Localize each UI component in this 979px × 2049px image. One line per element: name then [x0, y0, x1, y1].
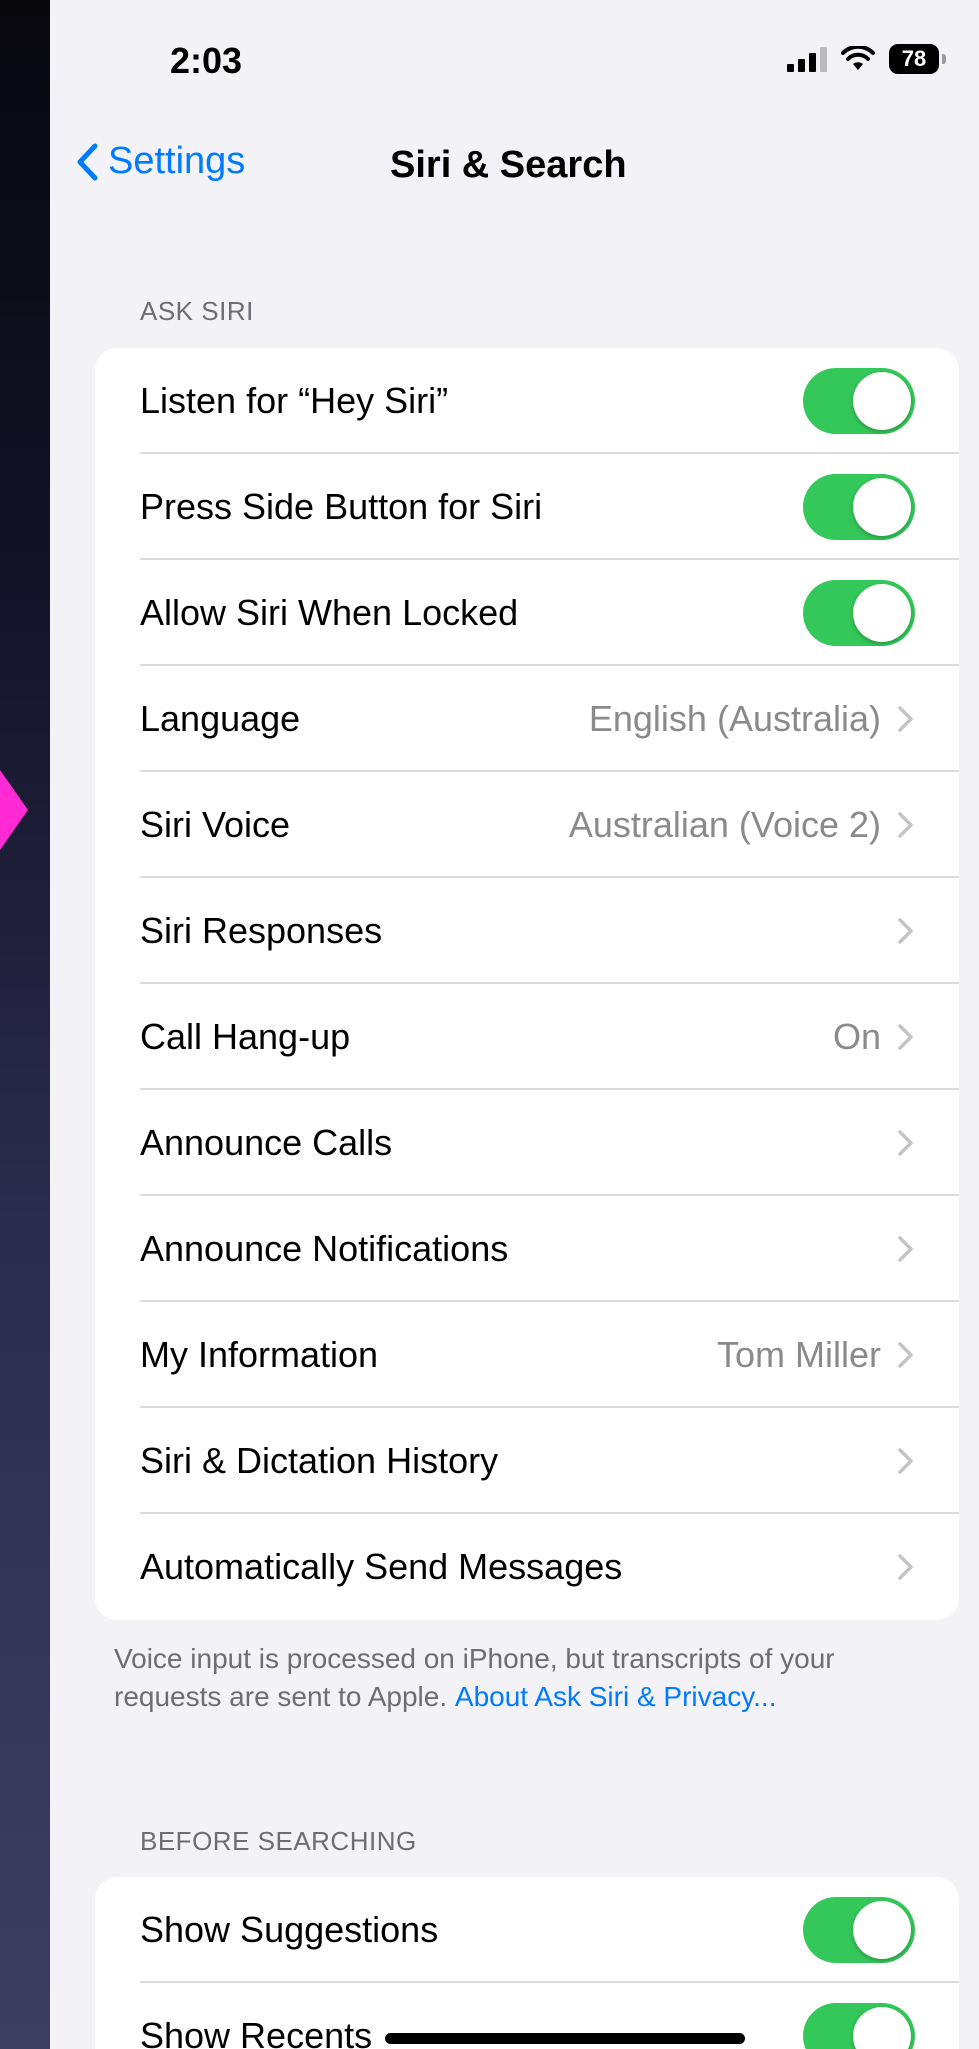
back-button-label: Settings	[108, 140, 246, 182]
show-suggestions-toggle[interactable]	[803, 1897, 915, 1963]
row-label: My Information	[140, 1334, 379, 1375]
row-label: Announce Notifications	[140, 1228, 509, 1269]
chevron-right-icon	[898, 918, 913, 944]
status-time: 2:03	[170, 40, 243, 81]
row-value: Tom Miller	[716, 1334, 881, 1375]
ask-siri-footer-note: Voice input is processed on iPhone, but …	[114, 1640, 914, 1716]
cellular-signal-icon	[787, 46, 827, 72]
chevron-right-icon	[898, 1236, 913, 1262]
row-value: English (Australia)	[588, 698, 881, 739]
row-label: Show Recents	[140, 2015, 373, 2049]
about-ask-siri-privacy-link[interactable]: About Ask Siri & Privacy...	[455, 1681, 777, 1712]
chevron-right-icon	[898, 706, 913, 732]
navigation-bar: Settings Siri & Search	[50, 130, 979, 200]
page-title: Siri & Search	[390, 144, 627, 186]
before-searching-group: Show Suggestions Show Recents	[95, 1877, 959, 2049]
show-recents-toggle[interactable]	[803, 2003, 915, 2049]
row-my-information[interactable]: My Information Tom Miller	[95, 1302, 959, 1408]
ask-siri-group: Listen for “Hey Siri” Press Side Button …	[95, 348, 959, 1620]
row-value: On	[832, 1016, 881, 1057]
row-siri-responses[interactable]: Siri Responses	[95, 878, 959, 984]
battery-icon: 78	[889, 44, 946, 74]
status-bar: 2:03 78	[50, 0, 979, 130]
row-dictation-history[interactable]: Siri & Dictation History	[95, 1408, 959, 1514]
chevron-right-icon	[898, 1130, 913, 1156]
chevron-right-icon	[898, 1024, 913, 1050]
chevron-right-icon	[898, 1554, 913, 1580]
row-allow-when-locked[interactable]: Allow Siri When Locked	[95, 560, 959, 666]
status-icons: 78	[787, 44, 946, 74]
row-auto-send-messages[interactable]: Automatically Send Messages	[95, 1514, 959, 1620]
row-label: Call Hang-up	[140, 1016, 351, 1057]
row-label: Show Suggestions	[140, 1909, 439, 1950]
row-label: Listen for “Hey Siri”	[140, 380, 449, 421]
background-margin	[0, 0, 50, 2049]
section-header-ask-siri: ASK SIRI	[140, 296, 254, 326]
chevron-right-icon	[898, 1342, 913, 1368]
chevron-right-icon	[898, 812, 913, 838]
row-language[interactable]: Language English (Australia)	[95, 666, 959, 772]
chevron-right-icon	[898, 1448, 913, 1474]
row-label: Allow Siri When Locked	[140, 592, 519, 633]
annotation-arrow-icon	[0, 770, 28, 850]
section-header-before-searching: BEFORE SEARCHING	[140, 1826, 417, 1856]
back-button[interactable]: Settings	[76, 140, 245, 183]
side-button-toggle[interactable]	[803, 474, 915, 540]
row-label: Announce Calls	[140, 1122, 393, 1163]
row-label: Language	[140, 698, 301, 739]
row-announce-notifications[interactable]: Announce Notifications	[95, 1196, 959, 1302]
home-indicator[interactable]	[385, 2033, 745, 2044]
row-label: Siri & Dictation History	[140, 1440, 499, 1481]
row-label: Siri Voice	[140, 804, 291, 845]
row-call-hang-up[interactable]: Call Hang-up On	[95, 984, 959, 1090]
chevron-left-icon	[77, 143, 98, 180]
row-label: Automatically Send Messages	[140, 1546, 623, 1587]
row-siri-voice[interactable]: Siri Voice Australian (Voice 2)	[95, 772, 959, 878]
row-show-suggestions[interactable]: Show Suggestions	[95, 1877, 959, 1983]
wifi-icon	[841, 46, 875, 72]
row-announce-calls[interactable]: Announce Calls	[95, 1090, 959, 1196]
row-listen-hey-siri[interactable]: Listen for “Hey Siri”	[95, 348, 959, 454]
row-value: Australian (Voice 2)	[568, 804, 881, 845]
allow-when-locked-toggle[interactable]	[803, 580, 915, 646]
hey-siri-toggle[interactable]	[803, 368, 915, 434]
row-label: Press Side Button for Siri	[140, 486, 543, 527]
row-side-button[interactable]: Press Side Button for Siri	[95, 454, 959, 560]
phone-screen: 2:03 78 Settings Siri & Search ASK SIRI	[50, 0, 979, 2049]
row-label: Siri Responses	[140, 910, 383, 951]
